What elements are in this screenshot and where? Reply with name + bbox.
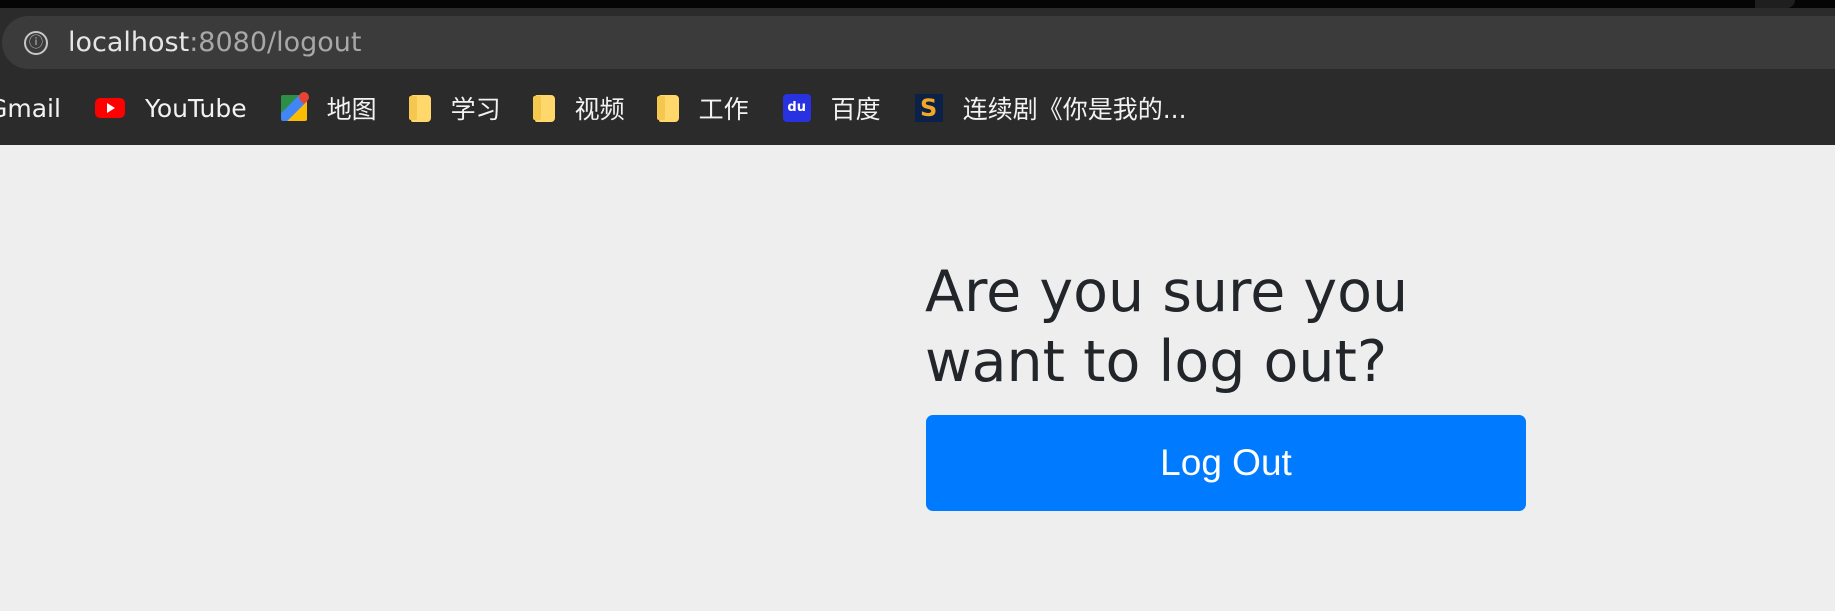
bookmark-folder-video[interactable]: 视频 (532, 90, 625, 126)
bookmark-label: 百度 (830, 95, 881, 124)
bookmark-label: 工作 (698, 95, 749, 124)
maps-icon (280, 95, 307, 121)
bookmarks-bar: Gmail YouTube 地图 学习 视频 工作 du 百度 S 连续剧《你 (0, 90, 1835, 126)
browser-chrome: ⓘ localhost:8080/logout Gmail YouTube 地图… (0, 0, 1835, 145)
bookmark-label: 视频 (574, 95, 625, 124)
url-text[interactable]: localhost:8080/logout (68, 29, 362, 56)
address-bar[interactable]: ⓘ localhost:8080/logout (2, 16, 1835, 69)
bookmark-label: 连续剧《你是我的... (962, 95, 1187, 124)
bookmark-series[interactable]: S 连续剧《你是我的... (914, 90, 1187, 126)
folder-icon (408, 94, 431, 122)
youtube-icon (94, 98, 125, 118)
bookmark-label: YouTube (144, 93, 247, 123)
logout-button[interactable]: Log Out (926, 415, 1526, 511)
window-top-strip (0, 0, 1835, 8)
bookmark-label: 学习 (450, 95, 501, 124)
s-icon: S (914, 94, 943, 122)
folder-icon (532, 94, 555, 122)
info-icon[interactable]: ⓘ (24, 30, 48, 55)
url-path: :8080/logout (189, 27, 362, 58)
bookmark-folder-study[interactable]: 学习 (408, 90, 501, 126)
bookmark-gmail[interactable]: Gmail (0, 94, 61, 123)
logout-confirmation-title: Are you sure you want to log out? (925, 259, 1409, 395)
url-host: localhost (68, 27, 190, 58)
bookmark-baidu[interactable]: du 百度 (782, 90, 881, 126)
baidu-icon: du (782, 94, 811, 122)
logout-page: Are you sure you want to log out? Log Ou… (0, 145, 1835, 611)
bookmark-label: 地图 (326, 95, 377, 124)
folder-icon (656, 94, 679, 122)
bookmark-maps[interactable]: 地图 (280, 90, 377, 126)
bookmark-folder-work[interactable]: 工作 (656, 90, 749, 126)
bookmark-youtube[interactable]: YouTube (94, 90, 247, 126)
